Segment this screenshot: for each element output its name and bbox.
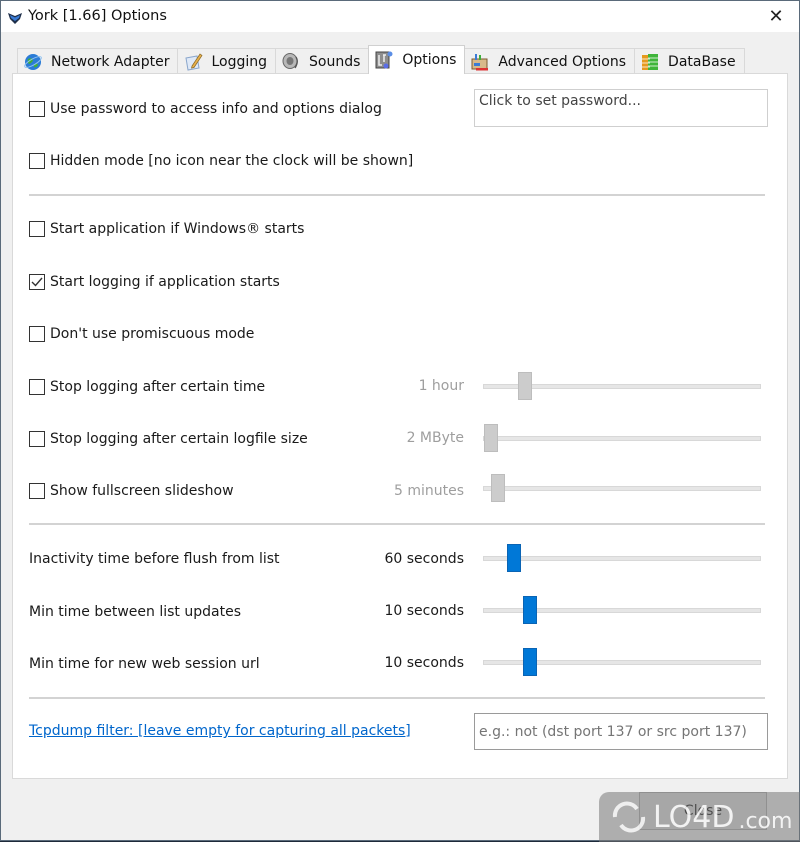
checkmark-icon [31,277,43,287]
slider-thumb[interactable] [517,372,532,400]
slideshow-label: Show fullscreen slideshow [50,483,234,499]
inactivity-time-slider[interactable] [483,544,761,572]
inactivity-time-label: Inactivity time before flush from list [29,551,280,567]
start-with-windows-checkbox[interactable] [29,221,45,237]
stop-after-size-checkbox[interactable] [29,431,45,447]
close-icon: ✕ [768,6,784,27]
hidden-mode-checkbox[interactable] [29,153,45,169]
start-with-windows-option: Start application if Windows® starts [29,218,304,240]
start-with-windows-label: Start application if Windows® starts [50,221,305,237]
tab-label: Logging [211,53,267,70]
notepad-pencil-icon [185,52,203,71]
web-session-time-label: Min time for new web session url [29,656,260,672]
stop-after-time-value: 1 hour [418,378,464,394]
tab-label: Network Adapter [51,53,170,70]
stop-after-size-label: Stop logging after certain logfile size [50,431,308,447]
stop-after-size-slider[interactable] [483,424,761,452]
globe-icon [24,53,42,70]
web-session-time-value: 10 seconds [384,655,465,671]
tab-label: Options [402,52,457,68]
tab-database[interactable]: DataBase [634,48,745,74]
options-window: York [1.66] Options ✕ Network Adapter Lo… [0,0,800,842]
password-checkbox[interactable] [29,101,45,117]
no-promiscuous-label: Don't use promiscuous mode [50,326,255,342]
options-panel: Use password to access info and options … [12,73,788,779]
slider-thumb[interactable] [523,596,538,624]
tab-label: Advanced Options [498,53,627,70]
start-logging-label: Start logging if application starts [50,274,280,290]
slider-track [483,436,761,441]
app-logo-icon [8,13,22,24]
slideshow-checkbox[interactable] [29,483,45,499]
no-promiscuous-checkbox[interactable] [29,326,45,342]
stop-after-size-option: Stop logging after certain logfile size [29,428,308,450]
stop-after-time-checkbox[interactable] [29,379,45,395]
inactivity-time-row: Inactivity time before flush from list [29,548,280,570]
password-option: Use password to access info and options … [29,98,382,120]
tab-label: Sounds [309,53,361,70]
title-bar: York [1.66] Options ✕ [1,1,799,32]
stop-after-time-option: Stop logging after certain time [29,376,265,398]
web-session-time-row: Min time for new web session url [29,653,260,675]
stop-after-time-label: Stop logging after certain time [50,379,266,395]
hidden-mode-option: Hidden mode [no icon near the clock will… [29,150,413,172]
list-update-time-label: Min time between list updates [29,604,241,620]
slider-track [483,556,761,561]
window-title: York [1.66] Options [28,8,167,24]
toolbox-icon [471,53,489,70]
section-divider [29,523,765,525]
tcpdump-filter-input[interactable] [474,713,768,750]
speaker-icon [282,52,298,69]
password-label: Use password to access info and options … [50,101,382,117]
inactivity-time-value: 60 seconds [384,551,465,567]
tab-advanced-options[interactable]: Advanced Options [464,48,636,74]
start-logging-option: Start logging if application starts [29,271,280,293]
slider-thumb[interactable] [491,474,506,502]
tab-label: DataBase [668,53,736,70]
section-divider [29,194,765,196]
slider-track [483,486,761,491]
slider-thumb[interactable] [506,544,521,572]
slider-thumb[interactable] [523,648,538,676]
tab-options[interactable]: Options [368,45,466,74]
slideshow-slider[interactable] [483,474,761,502]
window-close-button[interactable]: ✕ [753,1,799,32]
slideshow-value: 5 minutes [393,483,464,499]
close-button-label: Close [683,803,723,819]
hidden-mode-label: Hidden mode [no icon near the clock will… [50,153,414,169]
tab-logging[interactable]: Logging [177,48,276,74]
tcpdump-filter-link[interactable]: Tcpdump filter: [leave empty for capturi… [29,723,411,739]
close-button[interactable]: Close [639,792,767,830]
stop-after-size-value: 2 MByte [406,430,464,446]
tab-bar: Network Adapter Logging Sounds Options A… [17,45,745,74]
tab-sounds[interactable]: Sounds [275,48,370,74]
list-update-time-slider[interactable] [483,596,761,624]
web-session-time-slider[interactable] [483,648,761,676]
list-update-time-value: 10 seconds [384,603,465,619]
database-icon [642,53,659,70]
tab-network-adapter[interactable]: Network Adapter [17,48,179,74]
password-field-text: Click to set password... [479,93,641,109]
password-field[interactable]: Click to set password... [474,89,768,127]
options-icon [375,51,393,69]
start-logging-checkbox[interactable] [29,274,45,290]
section-divider [29,697,765,699]
slider-thumb[interactable] [484,424,499,452]
slideshow-option: Show fullscreen slideshow [29,480,234,502]
no-promiscuous-option: Don't use promiscuous mode [29,323,254,345]
stop-after-time-slider[interactable] [483,372,761,400]
list-update-time-row: Min time between list updates [29,601,241,623]
